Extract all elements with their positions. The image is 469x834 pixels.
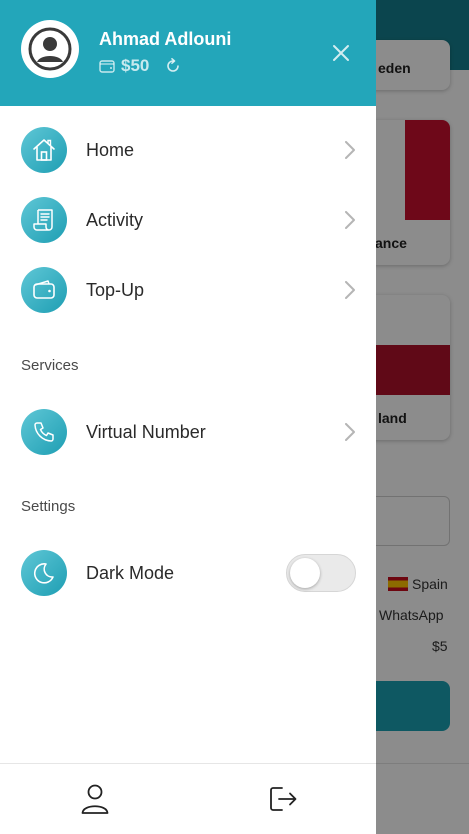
avatar (21, 20, 79, 78)
toggle-knob (290, 558, 320, 588)
navigation-drawer: Ahmad Adlouni $50 Home Activity Top-Up S… (0, 0, 376, 834)
logout-button[interactable] (266, 782, 300, 816)
profile-icon (81, 784, 109, 814)
menu-item-virtual-number[interactable]: Virtual Number (0, 403, 376, 461)
logout-icon (270, 787, 297, 811)
balance-amount: $50 (121, 56, 150, 75)
menu-item-top-up[interactable]: Top-Up (0, 261, 376, 319)
chevron-right-icon (343, 210, 357, 230)
user-avatar-icon (28, 27, 72, 71)
refresh-icon (167, 58, 180, 72)
profile-button[interactable] (78, 782, 112, 816)
chevron-right-icon (343, 140, 357, 160)
close-icon (333, 45, 349, 61)
phone-icon (21, 409, 67, 455)
wallet-icon (99, 60, 115, 73)
settings-item-label: Dark Mode (86, 562, 175, 583)
menu-item-label: Home (86, 139, 135, 160)
wallet-icon (21, 267, 67, 313)
refresh-balance-button[interactable] (165, 58, 181, 74)
moon-icon (21, 550, 67, 596)
menu-item-home[interactable]: Home (0, 121, 376, 179)
menu-item-label: Activity (86, 209, 144, 230)
menu-item-label: Virtual Number (86, 421, 206, 442)
receipt-icon (21, 197, 67, 243)
user-name: Ahmad Adlouni (99, 29, 232, 49)
chevron-right-icon (343, 280, 357, 300)
dark-mode-toggle[interactable] (286, 554, 356, 592)
close-drawer-button[interactable] (331, 43, 351, 63)
section-title-services: Services (21, 357, 79, 374)
balance-row: $50 (99, 56, 181, 76)
drawer-header: Ahmad Adlouni $50 (0, 0, 376, 106)
section-title-settings: Settings (21, 498, 76, 515)
menu-item-activity[interactable]: Activity (0, 191, 376, 249)
menu-item-label: Top-Up (86, 279, 145, 300)
home-icon (21, 127, 67, 173)
chevron-right-icon (343, 422, 357, 442)
drawer-footer (0, 763, 376, 834)
